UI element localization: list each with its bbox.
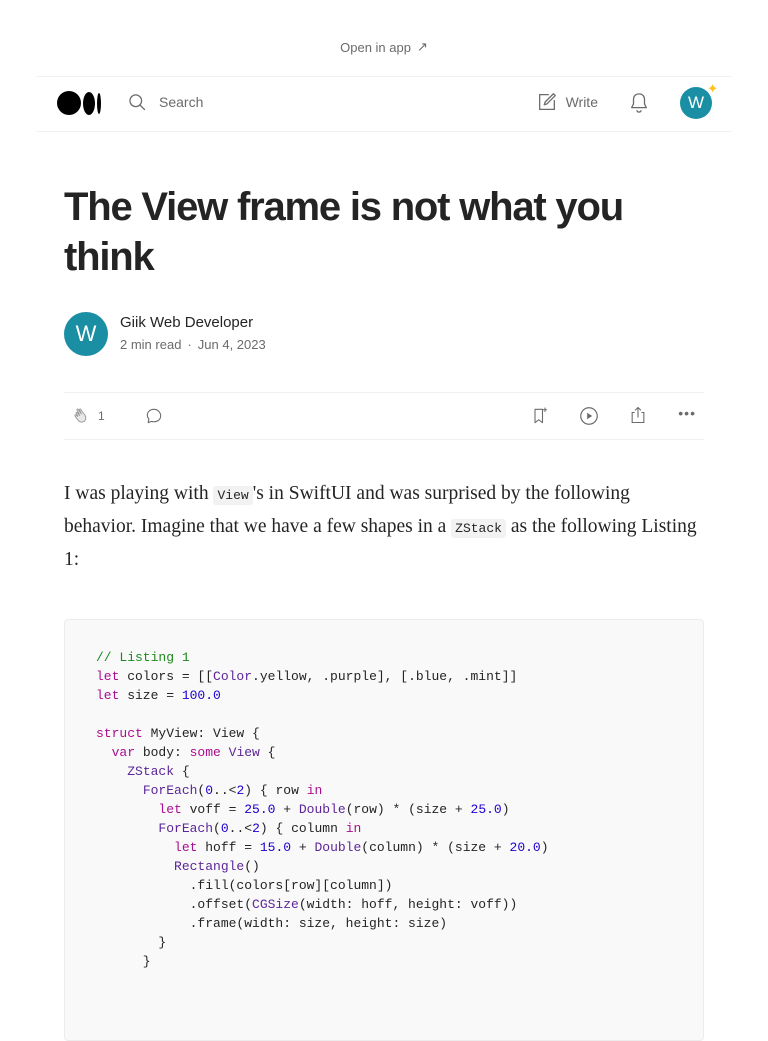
code-line: struct MyView: View { (96, 726, 260, 741)
article-title: The View frame is not what you think (64, 185, 624, 279)
top-banner: Open in app ↗ (36, 0, 732, 77)
write-button[interactable]: Write (536, 91, 598, 113)
search-icon (129, 94, 146, 111)
share-icon (631, 406, 645, 424)
code-line: .offset(CGSize(width: hoff, height: voff… (96, 897, 518, 912)
share-button[interactable] (628, 404, 648, 431)
article-paragraph: I was playing with View's in SwiftUI and… (64, 478, 704, 575)
save-button[interactable] (530, 405, 550, 432)
medium-logo[interactable] (57, 91, 101, 115)
bell-icon (631, 93, 647, 113)
site-navbar: Search Write W ✦ (36, 77, 732, 132)
code-line: var body: some View { (111, 745, 276, 760)
user-avatar-initial: W (687, 93, 705, 112)
write-icon (538, 93, 556, 110)
code-listing: // Listing 1 let colors = [[Color.yellow,… (65, 620, 703, 999)
code-line: ZStack { (127, 764, 190, 779)
inline-code-zstack: ZStack (451, 519, 506, 538)
write-label: Write (565, 94, 598, 110)
bookmark-add-icon (534, 407, 548, 424)
author-avatar-initial: W (75, 321, 97, 346)
inline-code-view: View (213, 486, 253, 505)
external-arrow-icon: ↗ (416, 39, 428, 54)
listen-button[interactable] (578, 405, 600, 432)
code-line: // Listing 1 (96, 648, 672, 667)
open-in-app-label: Open in app (340, 39, 411, 55)
code-line: ForEach(0..<2) { column in (158, 821, 362, 836)
code-line: .frame(width: size, height: size) (96, 916, 448, 931)
article-meta: 2 min read · Jun 4, 2023 (120, 334, 266, 356)
more-options-icon[interactable]: ••• (678, 405, 696, 421)
logo-ellipse-small (97, 92, 101, 114)
author-name[interactable]: Giik Web Developer (120, 312, 266, 334)
meta-separator: · (187, 337, 192, 352)
clap-count: 1 (98, 409, 105, 423)
comment-button[interactable] (144, 406, 164, 431)
code-line: ​ (96, 705, 672, 724)
author-meta: Giik Web Developer 2 min read · Jun 4, 202… (120, 312, 266, 356)
play-icon (580, 407, 598, 425)
clap-icon (74, 408, 87, 423)
membership-sparkle-icon: ✦ (707, 81, 718, 96)
code-line: let voff = 25.0 + Double(row) * (size + … (158, 802, 510, 817)
read-time: 2 min read (120, 337, 182, 352)
logo-circle-large (57, 91, 81, 115)
code-line: let colors = [[Color.yellow, .purple], [… (96, 669, 518, 684)
logo-ellipse-medium (83, 91, 95, 115)
code-line: } (96, 935, 167, 950)
author-block: W Giik Web Developer 2 min read · Jun 4, 2… (64, 312, 266, 356)
code-line: } (96, 954, 151, 969)
code-line: .fill(colors[row][column]) (96, 878, 393, 893)
publish-date: Jun 4, 2023 (197, 337, 266, 352)
search-placeholder: Search (159, 94, 204, 110)
search-box[interactable]: Search (127, 92, 203, 112)
open-in-app-link[interactable]: Open in app ↗ (340, 39, 428, 55)
comment-icon (146, 408, 162, 424)
notifications-button[interactable] (628, 91, 650, 120)
code-block: // Listing 1 let colors = [[Color.yellow,… (64, 619, 704, 1041)
code-line: let hoff = 15.0 + Double(column) * (size… (174, 840, 549, 855)
clap-button[interactable]: 1 (72, 406, 105, 426)
author-avatar[interactable]: W (64, 312, 108, 356)
code-line: Rectangle() (174, 859, 260, 874)
code-comment: // Listing 1 (96, 650, 190, 665)
article-action-bar: 1 ••• (64, 392, 704, 440)
paragraph-text-1: I was playing with (64, 483, 214, 504)
user-avatar[interactable]: W ✦ (680, 81, 718, 119)
code-line: let size = 100.0 (96, 688, 221, 703)
code-line: ForEach(0..<2) { row in (142, 783, 323, 798)
